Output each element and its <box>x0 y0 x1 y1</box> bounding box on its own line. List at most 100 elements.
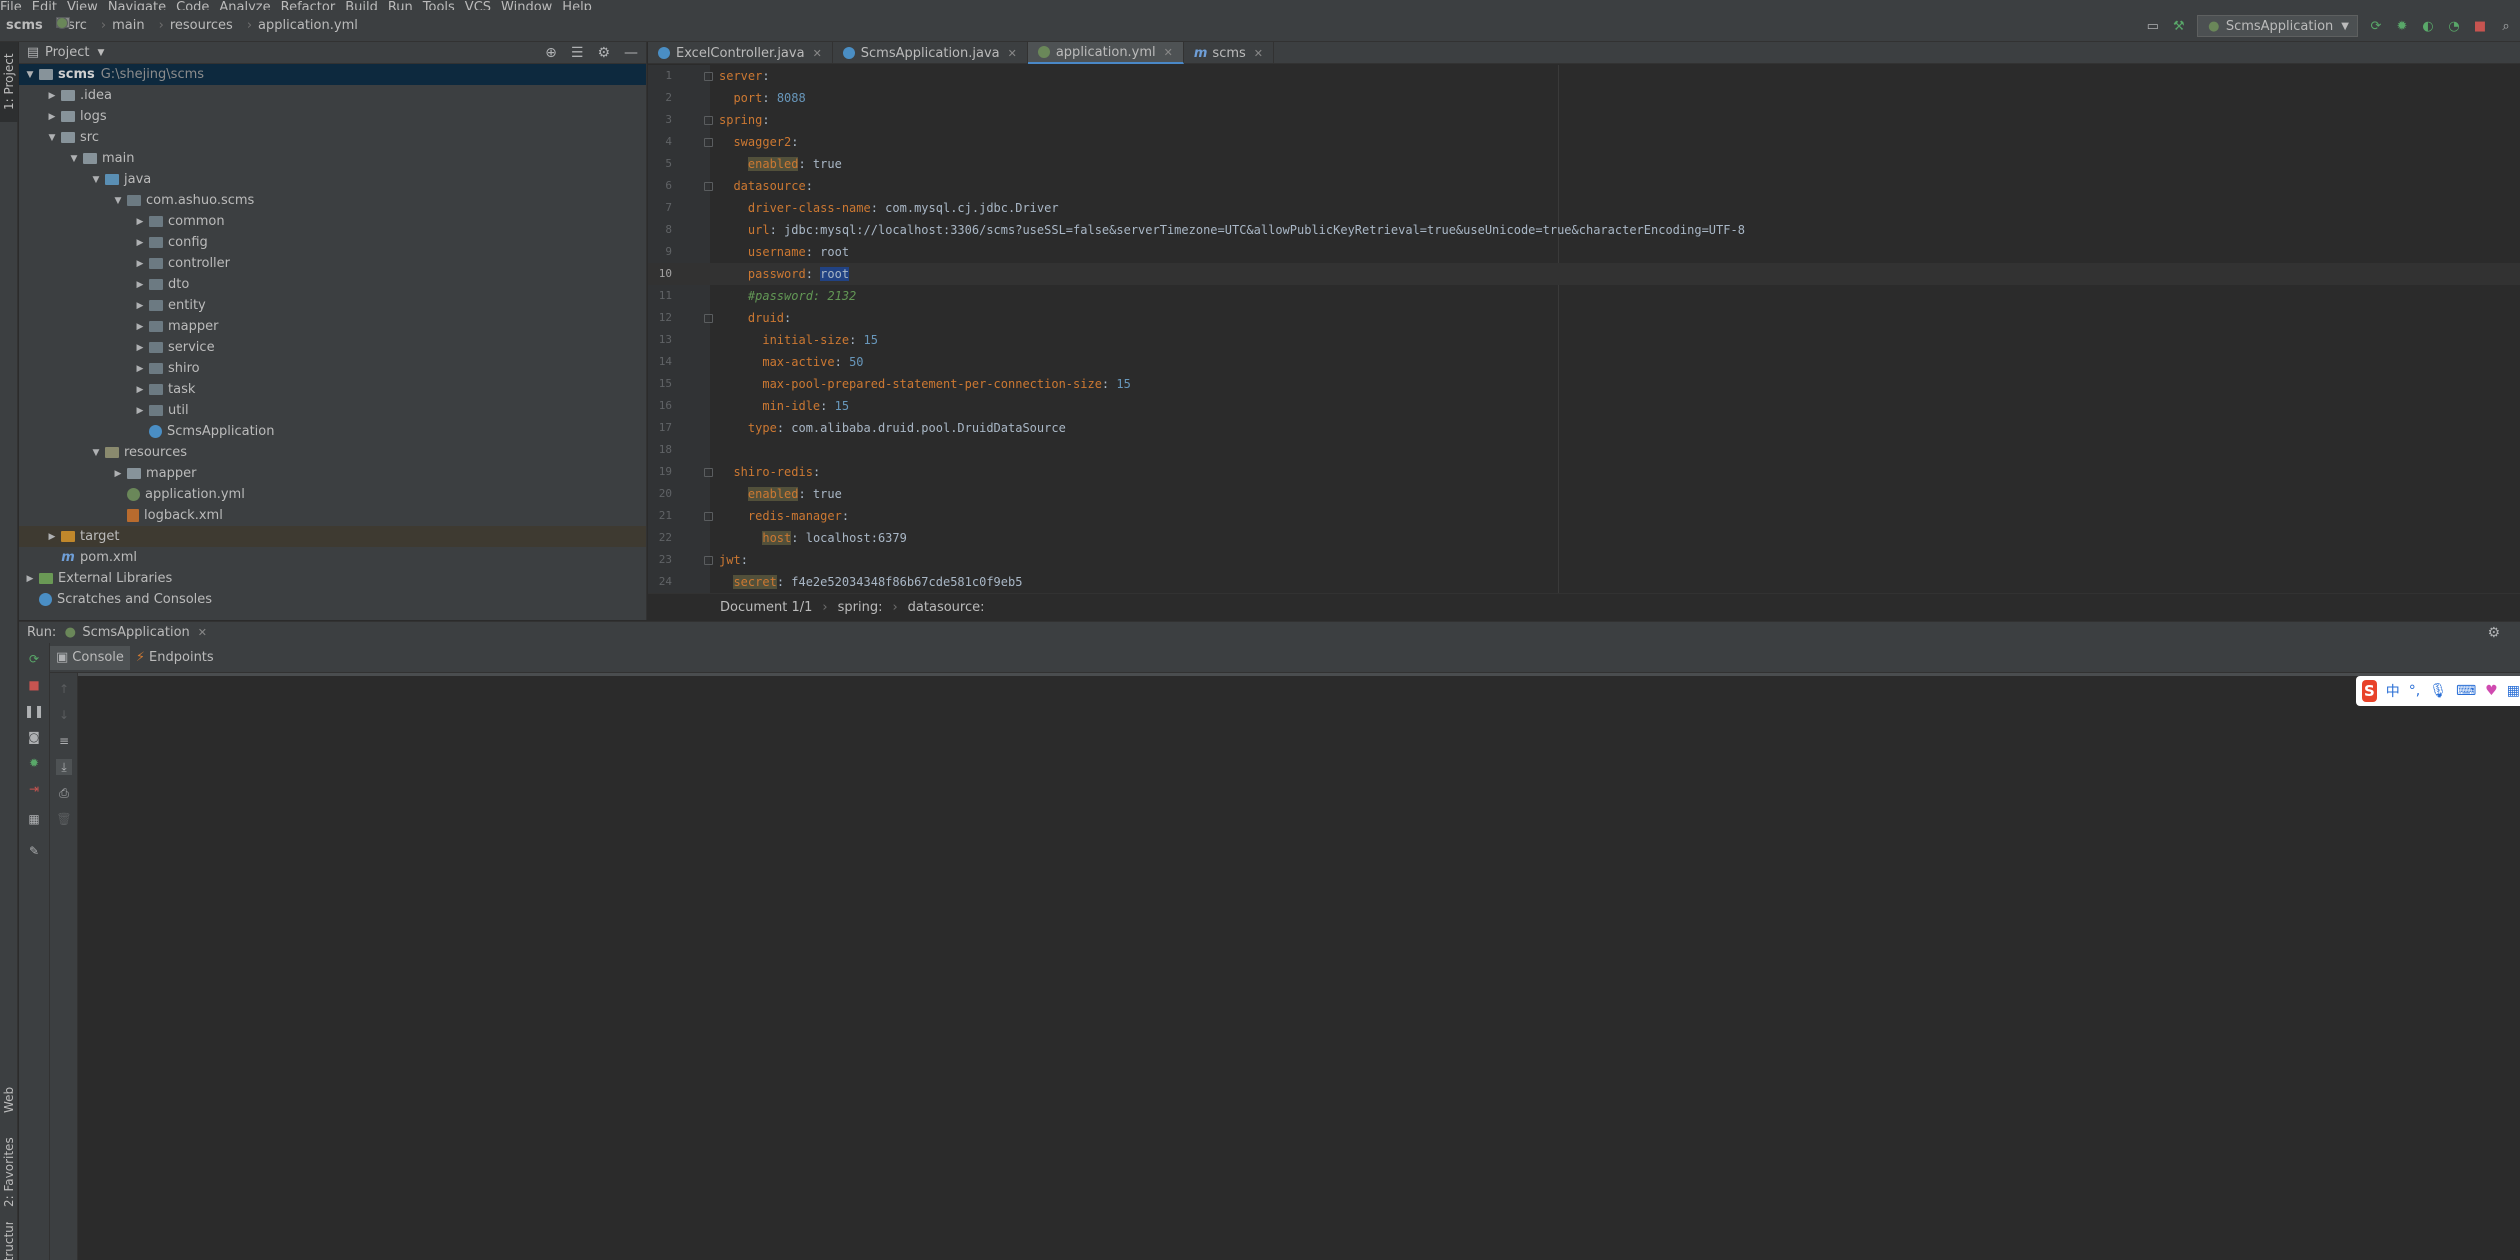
tree-item[interactable]: ▶ logs <box>19 106 646 127</box>
tree-item[interactable]: ▶ mapper <box>19 463 646 484</box>
collapsed-arrow-icon[interactable]: ▶ <box>45 532 59 542</box>
expanded-arrow-icon[interactable]: ▼ <box>45 133 59 143</box>
collapse-all-icon[interactable]: ☰ <box>571 45 584 61</box>
editor-breadcrumb-item[interactable]: datasource: <box>908 600 985 615</box>
collapsed-arrow-icon[interactable]: ▶ <box>45 112 59 122</box>
code-line[interactable]: 24 secret: f4e2e52034348f86b67cde581c0f9… <box>648 571 2520 593</box>
collapsed-arrow-icon[interactable]: ▶ <box>133 280 147 290</box>
rerun-icon[interactable]: ⟳ <box>2368 18 2384 34</box>
expanded-arrow-icon[interactable]: ▼ <box>89 448 103 458</box>
close-icon[interactable]: ✕ <box>198 626 207 639</box>
editor-tab[interactable]: ScmsApplication.java ✕ <box>833 42 1028 64</box>
menu-item[interactable]: Refactor <box>281 1 346 10</box>
tree-item[interactable]: ▶ config <box>19 232 646 253</box>
code-editor[interactable]: 1 server: 2 port: 8088 3 spring: 4 swagger2: 5… <box>648 65 2520 593</box>
skin-icon[interactable]: ♥ <box>2485 683 2498 699</box>
project-title[interactable]: Project <box>45 45 89 60</box>
tree-item[interactable]: ▼ resources <box>19 442 646 463</box>
code-line[interactable]: 11 #password: 2132 <box>648 285 2520 307</box>
gear-icon[interactable]: ⚙ <box>2487 625 2500 641</box>
fold-marker-icon[interactable] <box>704 468 713 477</box>
collapsed-arrow-icon[interactable]: ▶ <box>133 322 147 332</box>
code-line[interactable]: 17 type: com.alibaba.druid.pool.DruidDat… <box>648 417 2520 439</box>
tree-item[interactable]: application.yml <box>19 484 646 505</box>
tree-item[interactable]: ▶ shiro <box>19 358 646 379</box>
tab-endpoints[interactable]: ⚡ Endpoints <box>130 646 220 670</box>
editor-tab[interactable]: ExcelController.java ✕ <box>648 42 833 64</box>
tree-item[interactable]: m pom.xml <box>19 547 646 568</box>
camera-icon[interactable]: ◙ <box>26 729 42 745</box>
tree-item[interactable]: Scratches and Consoles <box>19 589 646 610</box>
arrow-up-icon[interactable]: ↑ <box>56 681 72 697</box>
breadcrumb-item[interactable]: › resources <box>56 17 233 33</box>
menu-item[interactable]: View <box>67 1 108 10</box>
menu-icon[interactable]: ▦ <box>2507 683 2520 699</box>
code-line[interactable]: 20 enabled: true <box>648 483 2520 505</box>
code-line[interactable]: 18 <box>648 439 2520 461</box>
expanded-arrow-icon[interactable]: ▼ <box>67 154 81 164</box>
collapsed-arrow-icon[interactable]: ▶ <box>133 406 147 416</box>
tree-item[interactable]: ScmsApplication <box>19 421 646 442</box>
collapsed-arrow-icon[interactable]: ▶ <box>111 469 125 479</box>
tree-item[interactable]: ▼ scms G:\shejing\scms <box>19 64 646 85</box>
soft-wrap-icon[interactable]: ≡ <box>56 733 72 749</box>
code-line[interactable]: 22 host: localhost:6379 <box>648 527 2520 549</box>
coverage-icon[interactable]: ◐ <box>2420 18 2436 34</box>
tree-item[interactable]: ▶ task <box>19 379 646 400</box>
code-line[interactable]: 7 driver-class-name: com.mysql.cj.jdbc.D… <box>648 197 2520 219</box>
tree-item[interactable]: logback.xml <box>19 505 646 526</box>
debug-icon[interactable]: ✹ <box>26 755 42 771</box>
profile-icon[interactable]: ◔ <box>2446 18 2462 34</box>
ime-language[interactable]: 中 <box>2386 681 2400 701</box>
code-line[interactable]: 16 min-idle: 15 <box>648 395 2520 417</box>
exit-icon[interactable]: ⇥ <box>26 781 42 797</box>
ime-toolbar[interactable]: S 中 °, 🎙 ⌨ ♥ ▦ <box>2356 676 2520 706</box>
code-line[interactable]: 21 redis-manager: <box>648 505 2520 527</box>
fold-marker-icon[interactable] <box>704 182 713 191</box>
tree-item[interactable]: ▼ java <box>19 169 646 190</box>
punctuation-icon[interactable]: °, <box>2409 683 2420 699</box>
fold-marker-icon[interactable] <box>704 512 713 521</box>
project-structure-icon[interactable]: ▭ <box>2145 18 2161 34</box>
search-icon[interactable]: ⌕ <box>2498 18 2514 34</box>
menu-item[interactable]: Tools <box>423 1 465 10</box>
collapsed-arrow-icon[interactable]: ▶ <box>133 238 147 248</box>
tree-item[interactable]: ▶ External Libraries <box>19 568 646 589</box>
console-output[interactable] <box>78 673 2520 1260</box>
menu-item[interactable]: Navigate <box>108 1 176 10</box>
tree-item[interactable]: ▶ dto <box>19 274 646 295</box>
tree-item[interactable]: ▶ mapper <box>19 316 646 337</box>
breadcrumb-item[interactable]: › main <box>56 17 145 33</box>
microphone-icon[interactable]: 🎙 <box>2429 683 2447 699</box>
menu-item[interactable]: Build <box>345 1 388 10</box>
code-line[interactable]: 1 server: <box>648 65 2520 87</box>
pause-icon[interactable]: ❚❚ <box>24 703 44 719</box>
rerun-icon[interactable]: ⟳ <box>26 651 42 667</box>
expanded-arrow-icon[interactable]: ▼ <box>89 175 103 185</box>
stop-icon[interactable]: ■ <box>2472 18 2488 34</box>
collapsed-arrow-icon[interactable]: ▶ <box>133 385 147 395</box>
expanded-arrow-icon[interactable]: ▼ <box>23 70 37 80</box>
fold-marker-icon[interactable] <box>704 314 713 323</box>
tree-item[interactable]: ▼ com.ashuo.scms <box>19 190 646 211</box>
collapsed-arrow-icon[interactable]: ▶ <box>133 343 147 353</box>
collapsed-arrow-icon[interactable]: ▶ <box>133 301 147 311</box>
code-line[interactable]: 2 port: 8088 <box>648 87 2520 109</box>
code-line[interactable]: 12 druid: <box>648 307 2520 329</box>
tab-project[interactable]: 1: Project <box>0 42 18 122</box>
collapsed-arrow-icon[interactable]: ▶ <box>133 259 147 269</box>
layout-icon[interactable]: ▦ <box>26 811 42 827</box>
fold-marker-icon[interactable] <box>704 138 713 147</box>
menu-item[interactable]: Run <box>388 1 423 10</box>
code-line[interactable]: 9 username: root <box>648 241 2520 263</box>
build-hammer-icon[interactable]: ⚒ <box>2171 18 2187 34</box>
menu-item[interactable]: Window <box>501 1 562 10</box>
menu-item[interactable]: File <box>0 1 32 10</box>
tree-item[interactable]: ▶ util <box>19 400 646 421</box>
code-line[interactable]: 14 max-active: 50 <box>648 351 2520 373</box>
menu-item[interactable]: Analyze <box>219 1 280 10</box>
breadcrumb-item[interactable]: › application.yml <box>56 17 358 33</box>
code-line[interactable]: 19 shiro-redis: <box>648 461 2520 483</box>
trash-icon[interactable]: 🗑 <box>56 811 72 827</box>
code-line[interactable]: 6 datasource: <box>648 175 2520 197</box>
